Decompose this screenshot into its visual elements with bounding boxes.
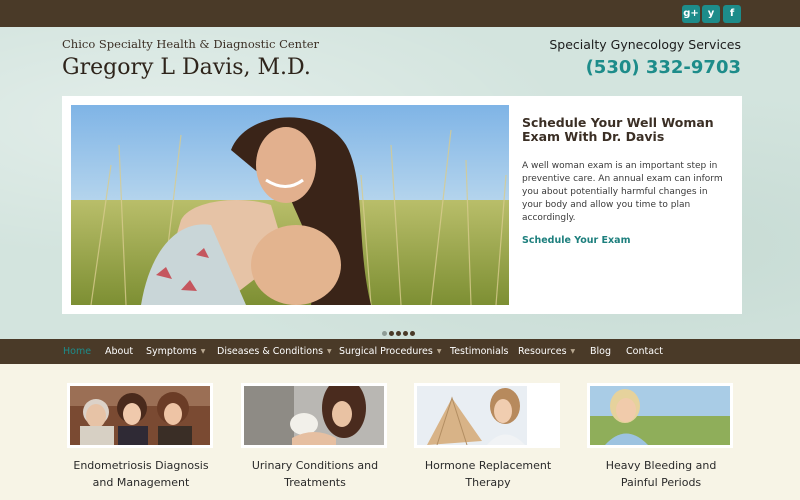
nav-home[interactable]: Home: [63, 339, 91, 364]
slide-dot-1[interactable]: [382, 331, 387, 336]
site-header: Chico Specialty Health & Diagnostic Cent…: [0, 27, 800, 339]
slider-pagination: [382, 321, 417, 340]
header-tagline: Specialty Gynecology Services: [549, 37, 741, 52]
slide-description: A well woman exam is an important step i…: [522, 161, 723, 223]
nav-resources[interactable]: Resources ▼: [518, 339, 575, 364]
site-logo-title[interactable]: Gregory L Davis, M.D.: [62, 55, 311, 80]
card-image-urinary[interactable]: [241, 383, 387, 448]
schedule-exam-link[interactable]: Schedule Your Exam: [522, 235, 727, 246]
main-navigation: Home About Symptoms ▼ Diseases & Conditio…: [0, 339, 800, 364]
phone-number[interactable]: (530) 332-9703: [586, 57, 741, 78]
hero-woman-image: [71, 105, 509, 305]
card-title-endometriosis[interactable]: Endometriosis Diagnosis and Management: [56, 457, 226, 491]
service-cards: Endometriosis Diagnosis and Management Ur…: [0, 364, 800, 500]
nav-contact[interactable]: Contact: [626, 339, 663, 364]
card-title-line2: Painful Periods: [620, 476, 702, 489]
card-title-line1: Endometriosis Diagnosis: [73, 459, 209, 472]
facebook-icon[interactable]: f: [723, 5, 741, 23]
slide-dot-4[interactable]: [403, 331, 408, 336]
card-image-endometriosis[interactable]: [67, 383, 213, 448]
nav-symptoms[interactable]: Symptoms ▼: [146, 339, 205, 364]
top-bar: g+ y f: [0, 0, 800, 27]
slide-dot-3[interactable]: [396, 331, 401, 336]
nav-surgical-label: Surgical Procedures: [339, 346, 433, 357]
chevron-down-icon: ▼: [570, 348, 576, 355]
yelp-icon[interactable]: y: [702, 5, 720, 23]
nav-surgical[interactable]: Surgical Procedures ▼: [339, 339, 441, 364]
nav-diseases[interactable]: Diseases & Conditions ▼: [217, 339, 332, 364]
card-title-urinary[interactable]: Urinary Conditions and Treatments: [230, 457, 400, 491]
slide-dot-2[interactable]: [389, 331, 394, 336]
card-title-line2: Therapy: [465, 476, 511, 489]
nav-diseases-label: Diseases & Conditions: [217, 346, 324, 357]
nav-resources-label: Resources: [518, 346, 567, 357]
slide-title-line1: Schedule Your Well Woman: [522, 115, 714, 130]
nav-about[interactable]: About: [105, 339, 133, 364]
card-title-bleeding[interactable]: Heavy Bleeding and Painful Periods: [576, 457, 746, 491]
google-plus-icon[interactable]: g+: [682, 5, 700, 23]
slide-dot-5[interactable]: [410, 331, 415, 336]
hero-slider: Schedule Your Well Woman Exam With Dr. D…: [62, 96, 742, 314]
nav-blog[interactable]: Blog: [590, 339, 611, 364]
card-title-line1: Hormone Replacement: [424, 459, 552, 472]
chevron-down-icon: ▼: [200, 348, 206, 355]
chevron-down-icon: ▼: [436, 348, 442, 355]
slide-title-line2: Exam With Dr. Davis: [522, 129, 665, 144]
practice-name: Chico Specialty Health & Diagnostic Cent…: [62, 37, 319, 51]
card-image-bleeding[interactable]: [587, 383, 733, 448]
slide-title: Schedule Your Well Woman Exam With Dr. D…: [522, 116, 727, 144]
nav-symptoms-label: Symptoms: [146, 346, 197, 357]
card-title-line2: Treatments: [284, 476, 346, 489]
nav-testimonials[interactable]: Testimonials: [450, 339, 508, 364]
card-title-line1: Heavy Bleeding and: [605, 459, 717, 472]
chevron-down-icon: ▼: [327, 348, 332, 355]
slide-caption: Schedule Your Well Woman Exam With Dr. D…: [522, 116, 727, 247]
card-image-hormone[interactable]: [414, 383, 560, 448]
card-title-line2: and Management: [92, 476, 190, 489]
card-title-hormone[interactable]: Hormone Replacement Therapy: [403, 457, 573, 491]
card-title-line1: Urinary Conditions and: [251, 459, 379, 472]
